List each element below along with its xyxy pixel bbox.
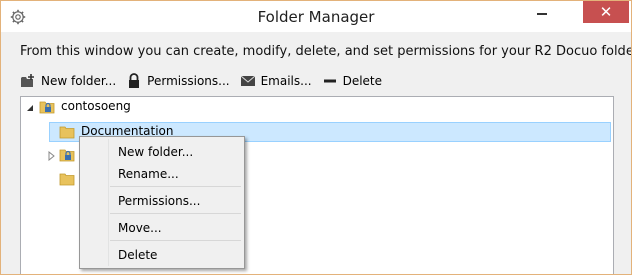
folder-manager-window: Folder Manager ✕ From this window you ca…	[0, 0, 632, 275]
new-folder-label: New folder...	[41, 74, 117, 88]
close-icon: ✕	[599, 3, 613, 21]
toolbar: New folder... Permissions... Emails... D…	[20, 72, 392, 90]
envelope-icon	[240, 73, 256, 89]
menu-item-delete[interactable]: Delete	[118, 248, 157, 262]
menu-gutter	[108, 139, 109, 266]
delete-button[interactable]: Delete	[322, 73, 382, 89]
collapse-triangle-icon[interactable]	[25, 102, 35, 112]
menu-item-permissions[interactable]: Permissions...	[118, 194, 200, 208]
folder-icon	[59, 171, 75, 187]
menu-item-move[interactable]: Move...	[118, 221, 162, 235]
minus-icon	[322, 73, 338, 89]
title-bar[interactable]: Folder Manager ✕	[1, 1, 631, 32]
new-folder-button[interactable]: New folder...	[20, 73, 116, 89]
menu-item-new-folder[interactable]: New folder...	[118, 145, 193, 159]
menu-separator	[110, 240, 241, 241]
lock-icon	[126, 73, 142, 89]
close-button[interactable]: ✕	[583, 1, 629, 23]
minimize-button[interactable]	[525, 1, 559, 26]
delete-label: Delete	[342, 74, 383, 88]
context-menu: New folder... Rename... Permissions... M…	[79, 136, 245, 269]
description-text: From this window you can create, modify,…	[20, 44, 632, 59]
emails-label: Emails...	[260, 74, 312, 88]
menu-separator	[110, 186, 241, 187]
menu-separator	[110, 213, 241, 214]
emails-button[interactable]: Emails...	[240, 73, 312, 89]
expand-triangle-icon[interactable]	[47, 150, 57, 162]
permissions-label: Permissions...	[147, 74, 230, 88]
folder-icon	[59, 124, 75, 140]
permissions-button[interactable]: Permissions...	[126, 73, 230, 89]
menu-item-rename[interactable]: Rename...	[118, 167, 179, 181]
locked-folder-icon	[59, 147, 75, 163]
locked-folder-icon	[39, 99, 55, 115]
tree-root-label: contosoeng	[61, 99, 131, 113]
new-folder-icon	[20, 73, 36, 89]
